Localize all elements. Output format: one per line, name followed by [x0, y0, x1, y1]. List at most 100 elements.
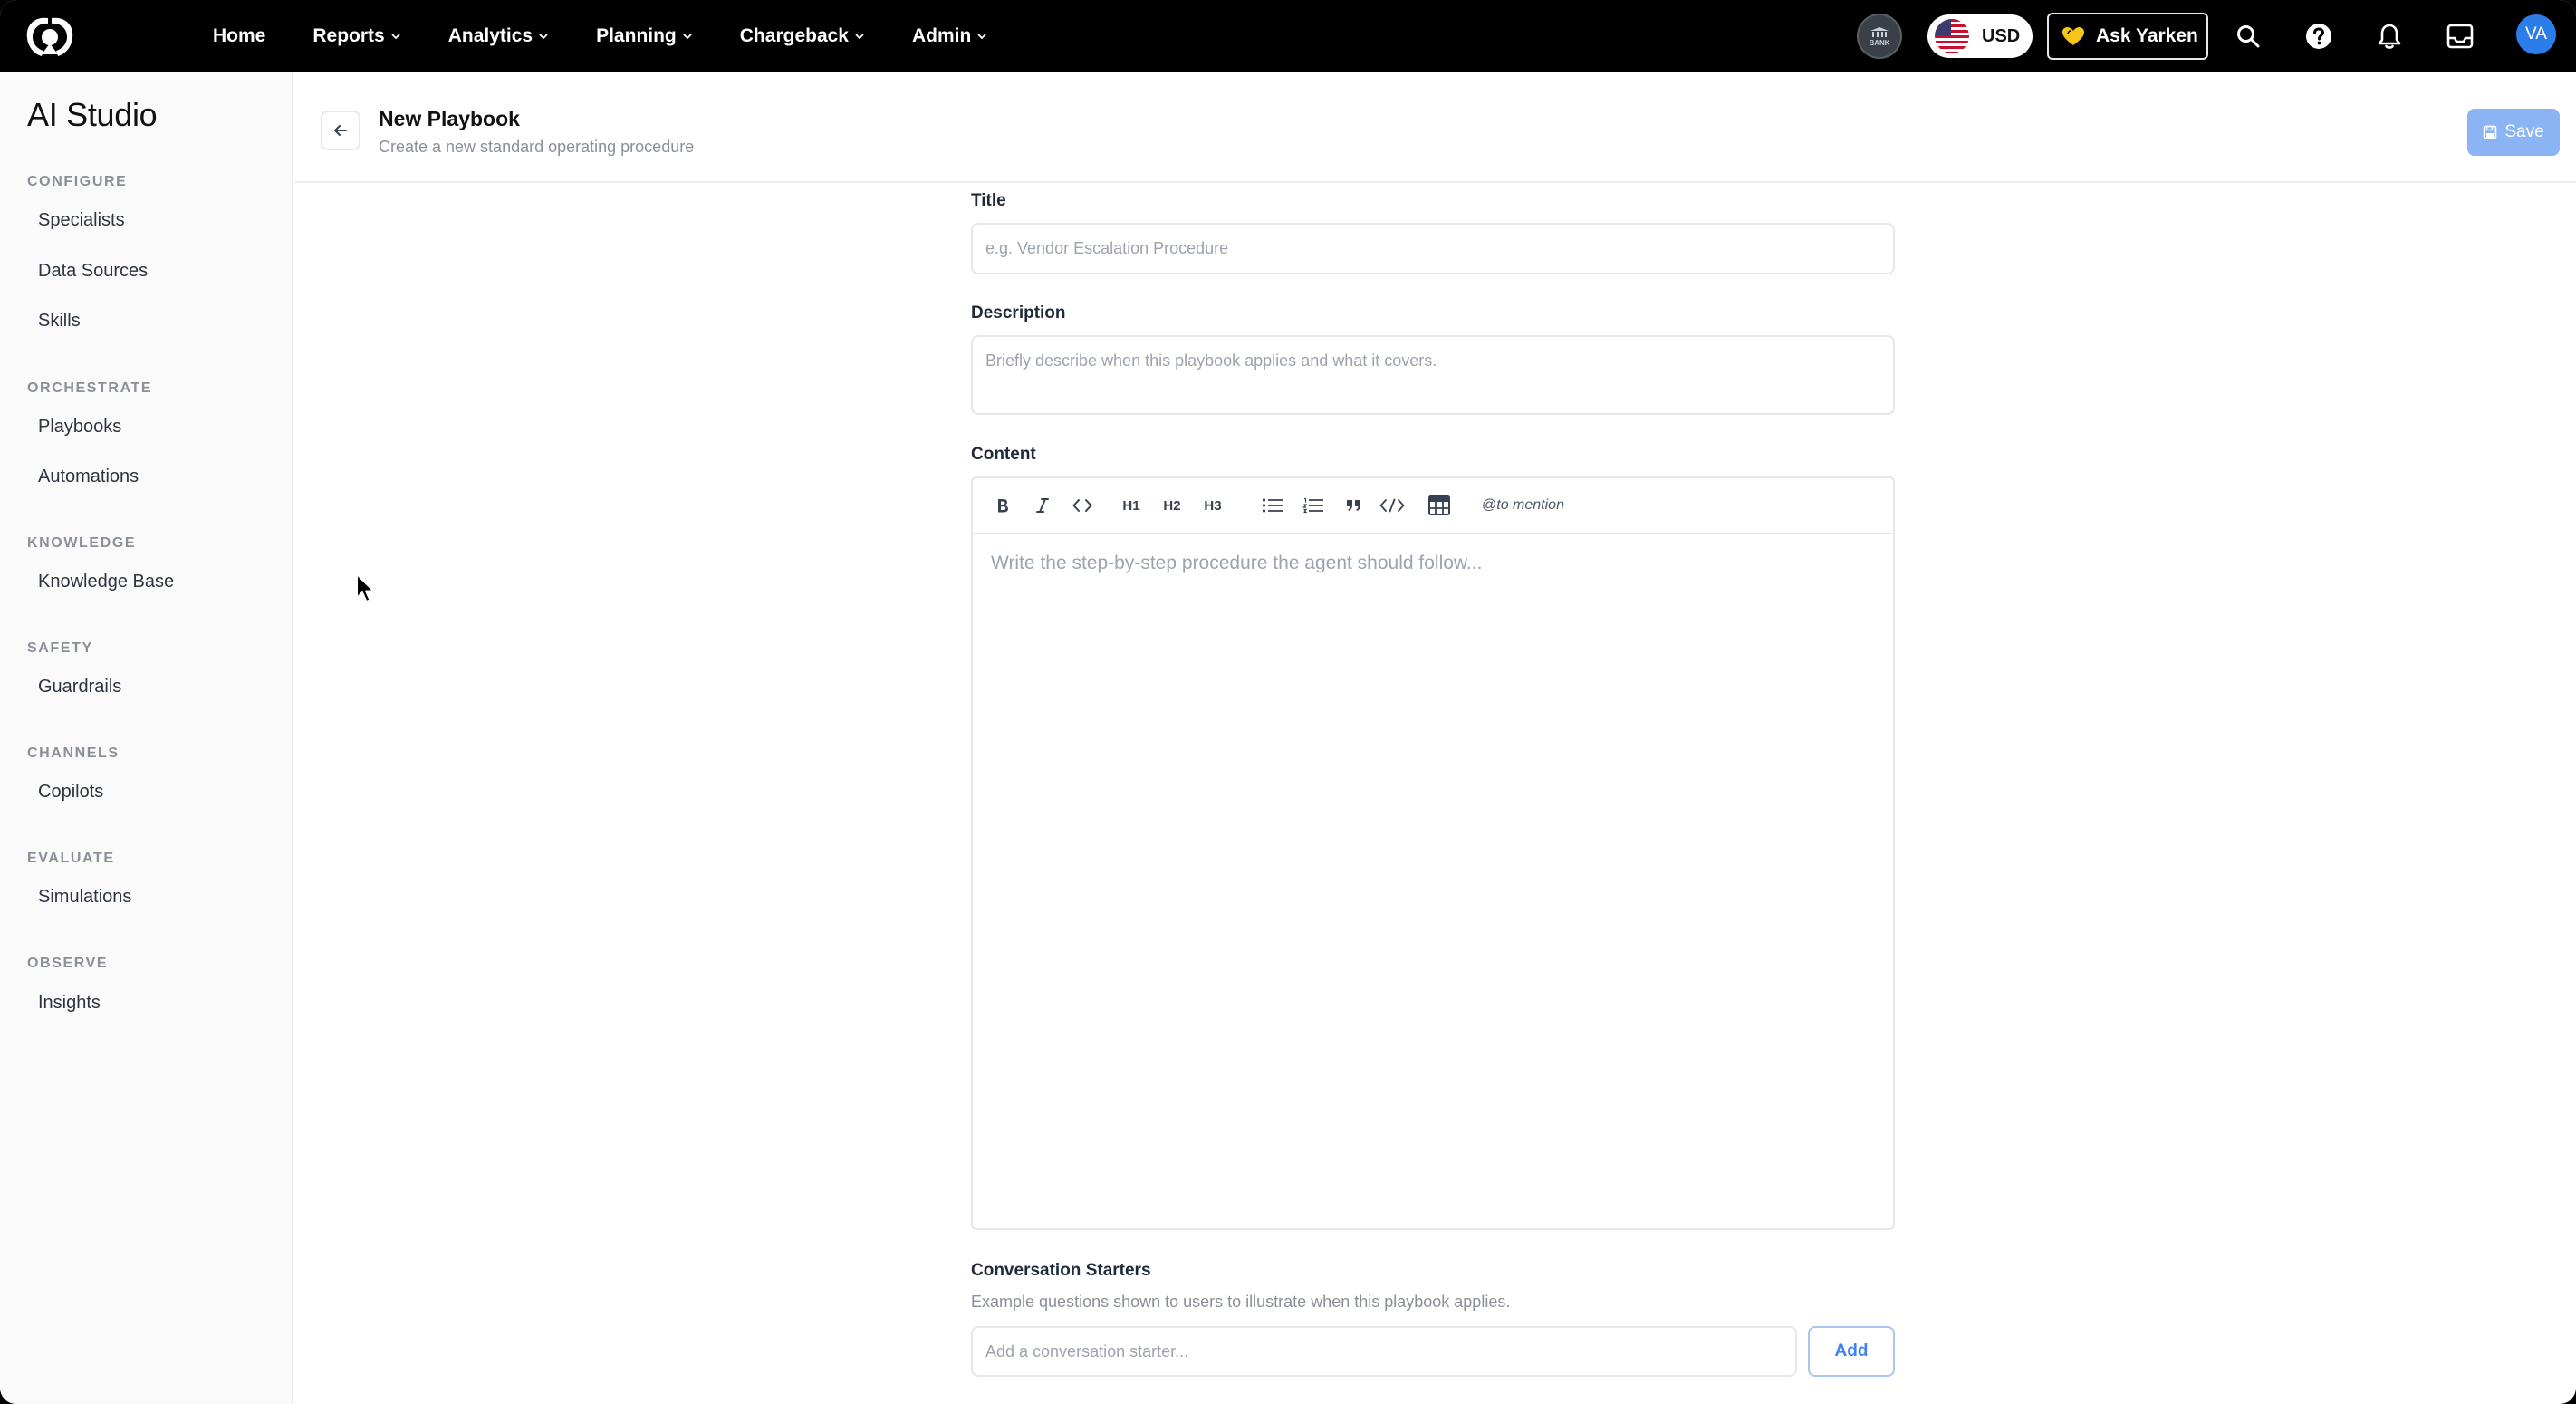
- section-label-orchestrate: ORCHESTRATE: [27, 380, 153, 396]
- conversation-starter-input[interactable]: [971, 1326, 1797, 1377]
- nav-planning[interactable]: Planning: [596, 25, 693, 47]
- blockquote-button[interactable]: [1341, 491, 1368, 520]
- nav-chargeback[interactable]: Chargeback: [740, 25, 865, 47]
- code-icon: [1072, 499, 1092, 512]
- insert-table-button[interactable]: [1426, 491, 1453, 520]
- sidebar-item-knowledge-base[interactable]: Knowledge Base: [38, 572, 174, 592]
- heading3-button[interactable]: H3: [1199, 491, 1226, 520]
- search-icon: [2237, 25, 2260, 48]
- code-block-button[interactable]: [1379, 491, 1406, 520]
- heading1-button[interactable]: H1: [1118, 491, 1145, 520]
- chevron-down-icon: [977, 34, 986, 40]
- section-label-safety: SAFETY: [27, 640, 93, 656]
- sidebar-title: AI Studio: [27, 96, 158, 133]
- section-label-configure: CONFIGURE: [27, 174, 128, 189]
- chevron-down-icon: [539, 34, 548, 40]
- company-logo-icon[interactable]: [24, 14, 76, 58]
- bell-icon: [2378, 24, 2401, 49]
- table-icon: [1428, 495, 1450, 515]
- sidebar-item-playbooks[interactable]: Playbooks: [38, 417, 121, 438]
- sidebar-item-automations[interactable]: Automations: [38, 466, 139, 487]
- floppy-disk-icon: [2484, 125, 2497, 139]
- help-icon: [2306, 24, 2331, 49]
- title-input[interactable]: [971, 223, 1895, 274]
- conversation-starters-label: Conversation Starters: [971, 1261, 1151, 1280]
- nav-reports-label: Reports: [312, 25, 385, 46]
- mention-hint: @ to mention: [1482, 491, 1564, 520]
- title-label: Title: [971, 191, 1006, 210]
- main-nav: Home Reports Analytics Planning Chargeba…: [213, 0, 1034, 72]
- nav-home[interactable]: Home: [213, 25, 265, 47]
- sidebar-item-insights[interactable]: Insights: [38, 993, 101, 1014]
- description-label: Description: [971, 303, 1066, 322]
- add-starter-button[interactable]: Add: [1808, 1326, 1895, 1377]
- content-label: Content: [971, 445, 1036, 464]
- editor-toolbar: H1 H2 H3 @ to mention: [973, 478, 1893, 534]
- sidebar-item-specialists[interactable]: Specialists: [38, 210, 125, 231]
- inbox-button[interactable]: [2444, 20, 2476, 53]
- content-placeholder[interactable]: Write the step-by-step procedure the age…: [991, 553, 1482, 574]
- sidebar-item-data-sources[interactable]: Data Sources: [38, 261, 148, 282]
- page-header: New Playbook Create a new standard opera…: [295, 72, 2576, 183]
- numbered-list-icon: [1302, 497, 1323, 514]
- nav-chargeback-label: Chargeback: [739, 25, 849, 46]
- add-starter-label: Add: [1834, 1341, 1869, 1361]
- currency-label: USD: [1982, 25, 2021, 46]
- currency-selector[interactable]: USD: [1927, 14, 2033, 58]
- inbox-icon: [2446, 24, 2474, 49]
- chevron-down-icon: [683, 34, 692, 40]
- back-button[interactable]: [321, 111, 360, 150]
- italic-button[interactable]: [1029, 491, 1056, 520]
- ask-yarken-label: Ask Yarken: [2096, 25, 2198, 46]
- avatar-initials: VA: [2525, 24, 2547, 43]
- nav-reports[interactable]: Reports: [312, 25, 400, 47]
- sidebar-item-copilots[interactable]: Copilots: [38, 782, 103, 803]
- bold-button[interactable]: [989, 491, 1016, 520]
- nav-home-label: Home: [213, 25, 266, 46]
- assistant-heart-icon: [2062, 27, 2084, 45]
- notifications-button[interactable]: [2373, 20, 2406, 53]
- italic-icon: [1036, 498, 1049, 513]
- help-button[interactable]: [2302, 20, 2335, 53]
- conversation-starters-helper: Example questions shown to users to illu…: [971, 1293, 1511, 1311]
- numbered-list-button[interactable]: [1300, 491, 1327, 520]
- user-avatar[interactable]: VA: [2516, 14, 2556, 54]
- app-window: Home Reports Analytics Planning Chargeba…: [0, 0, 2576, 1404]
- quote-icon: [1347, 500, 1360, 511]
- nav-admin-label: Admin: [911, 25, 972, 46]
- mention-hint-text: to mention: [1496, 497, 1564, 513]
- organization-badge-label: BANK: [1869, 38, 1890, 47]
- bank-icon: [1870, 26, 1889, 37]
- organization-badge[interactable]: BANK: [1857, 14, 1902, 59]
- nav-analytics-label: Analytics: [447, 25, 533, 46]
- us-flag-icon: [1935, 19, 1969, 53]
- save-button-label: Save: [2504, 122, 2544, 141]
- page-subtitle: Create a new standard operating procedur…: [379, 138, 695, 156]
- mention-at-symbol: @: [1482, 497, 1497, 513]
- bullet-list-icon: [1262, 498, 1283, 513]
- sidebar-item-guardrails[interactable]: Guardrails: [38, 677, 121, 697]
- section-label-knowledge: KNOWLEDGE: [27, 535, 137, 551]
- inline-code-button[interactable]: [1069, 491, 1096, 520]
- bullet-list-button[interactable]: [1259, 491, 1286, 520]
- ask-yarken-button[interactable]: Ask Yarken: [2047, 13, 2208, 60]
- sidebar: AI Studio CONFIGURE Specialists Data Sou…: [0, 72, 293, 1404]
- save-button[interactable]: Save: [2467, 109, 2560, 156]
- nav-analytics[interactable]: Analytics: [448, 25, 549, 47]
- arrow-left-icon: [334, 125, 347, 136]
- heading2-button[interactable]: H2: [1158, 491, 1186, 520]
- chevron-down-icon: [855, 34, 864, 40]
- content-editor: H1 H2 H3 @ to mention Write the step-by-…: [971, 476, 1895, 1230]
- nav-planning-label: Planning: [596, 25, 677, 46]
- page-title: New Playbook: [379, 107, 520, 130]
- code-block-icon: [1379, 498, 1405, 513]
- sidebar-item-simulations[interactable]: Simulations: [38, 887, 131, 908]
- chevron-down-icon: [391, 34, 400, 40]
- search-button[interactable]: [2232, 20, 2264, 53]
- top-navigation-bar: Home Reports Analytics Planning Chargeba…: [0, 0, 2576, 72]
- sidebar-item-skills[interactable]: Skills: [38, 311, 81, 332]
- description-textarea[interactable]: [971, 335, 1895, 415]
- section-label-evaluate: EVALUATE: [27, 851, 115, 866]
- mouse-cursor-icon: [356, 573, 375, 602]
- nav-admin[interactable]: Admin: [912, 25, 987, 47]
